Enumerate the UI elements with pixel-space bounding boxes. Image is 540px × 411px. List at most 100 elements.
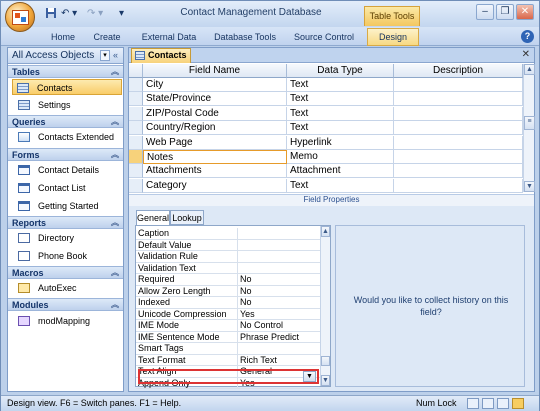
data-type-cell[interactable]: Memo	[287, 150, 394, 164]
property-value[interactable]: Phrase Predict	[237, 331, 319, 343]
nav-item-directory[interactable]: Directory	[14, 230, 122, 246]
field-name-cell[interactable]: City	[143, 78, 287, 92]
description-cell[interactable]	[394, 121, 523, 136]
property-value[interactable]: Yes	[237, 308, 319, 320]
nav-item-modmapping[interactable]: modMapping	[14, 313, 122, 329]
datasheet-view-icon[interactable]	[467, 398, 479, 409]
row-selector[interactable]	[129, 150, 143, 164]
data-type-cell[interactable]: Text	[287, 106, 394, 121]
scroll-down-icon[interactable]: ▼	[321, 375, 330, 386]
property-row[interactable]: IME Mode No Control	[136, 320, 320, 332]
pivotchart-view-icon[interactable]	[497, 398, 509, 409]
nav-menu-dropdown-icon[interactable]: ▾	[100, 50, 110, 61]
nav-group-macros[interactable]: Macros ︽	[8, 266, 123, 279]
row-selector[interactable]	[129, 135, 143, 150]
nav-item-phone-book[interactable]: Phone Book	[14, 248, 122, 264]
shutter-bar-icon[interactable]: «	[113, 50, 118, 60]
nav-group-queries[interactable]: Queries ︽	[8, 115, 123, 128]
description-cell[interactable]	[394, 150, 523, 164]
nav-item-contact-list[interactable]: Contact List	[14, 180, 122, 196]
nav-item-contacts-extended[interactable]: Contacts Extended	[14, 129, 122, 145]
property-value[interactable]: No	[237, 285, 319, 297]
append-only-dropdown-icon[interactable]: ▼	[303, 371, 316, 382]
nav-item-contact-details[interactable]: Contact Details	[14, 162, 122, 178]
nav-item-getting-started[interactable]: Getting Started	[14, 198, 122, 214]
property-row[interactable]: Required No	[136, 274, 320, 286]
nav-pane-header[interactable]: All Access Objects ▾ «	[8, 48, 123, 64]
scroll-up-icon[interactable]: ▲	[321, 226, 330, 237]
office-button[interactable]	[5, 2, 35, 32]
field-name-cell[interactable]: Country/Region	[143, 121, 287, 136]
field-name-cell[interactable]: Category	[143, 178, 287, 193]
description-cell[interactable]	[394, 135, 523, 150]
property-value[interactable]	[237, 228, 319, 239]
scroll-up-icon[interactable]: ▲	[524, 64, 535, 75]
tab-design[interactable]: Design	[367, 28, 419, 46]
redo-button[interactable]: ↷ ▾	[87, 7, 103, 21]
row-selector[interactable]	[129, 178, 143, 193]
scroll-thumb[interactable]	[321, 356, 330, 366]
close-button[interactable]: ✕	[516, 4, 534, 20]
property-value[interactable]	[237, 239, 319, 251]
doc-tab-contacts[interactable]: Contacts	[131, 48, 191, 63]
close-document-icon[interactable]: ✕	[522, 49, 530, 60]
data-type-cell[interactable]: Text	[287, 92, 394, 107]
tab-external-data[interactable]: External Data	[137, 30, 201, 44]
nav-item-contacts[interactable]: Contacts	[12, 79, 122, 95]
nav-group-reports[interactable]: Reports ︽	[8, 216, 123, 229]
property-value[interactable]: No Control	[237, 320, 319, 331]
description-cell[interactable]	[394, 164, 523, 179]
row-selector[interactable]	[129, 164, 143, 179]
property-value[interactable]: Rich Text	[237, 354, 319, 366]
description-cell[interactable]	[394, 178, 523, 193]
field-name-cell[interactable]: Notes	[143, 150, 287, 164]
row-selector[interactable]	[129, 92, 143, 107]
row-selector[interactable]	[129, 106, 143, 121]
grid-scrollbar[interactable]: ▲ ≡ ▼	[523, 64, 535, 192]
help-icon[interactable]: ?	[521, 30, 534, 43]
property-value[interactable]	[237, 262, 319, 274]
field-name-cell[interactable]: Web Page	[143, 135, 287, 150]
data-type-cell[interactable]: Hyperlink	[287, 135, 394, 150]
tab-general[interactable]: General	[136, 210, 170, 226]
data-type-cell[interactable]: Attachment	[287, 164, 394, 179]
property-row[interactable]: Text Format Rich Text	[136, 354, 320, 366]
tab-database-tools[interactable]: Database Tools	[211, 30, 279, 44]
property-row[interactable]: Allow Zero Length No	[136, 285, 320, 297]
property-row[interactable]: Unicode Compression Yes	[136, 308, 320, 320]
property-row[interactable]: Validation Rule	[136, 251, 320, 263]
scroll-down-icon[interactable]: ▼	[524, 181, 535, 192]
tab-home[interactable]: Home	[45, 30, 81, 44]
customize-qat-button[interactable]: ▾	[119, 7, 124, 21]
nav-group-tables[interactable]: Tables ︽	[8, 65, 123, 78]
nav-group-forms[interactable]: Forms ︽	[8, 148, 123, 161]
minimize-button[interactable]: –	[476, 4, 494, 20]
property-row[interactable]: Indexed No	[136, 297, 320, 309]
tab-source-control[interactable]: Source Control	[289, 30, 359, 44]
property-value[interactable]	[237, 251, 319, 262]
property-row[interactable]: Smart Tags	[136, 343, 320, 355]
tab-create[interactable]: Create	[89, 30, 125, 44]
data-type-cell[interactable]: Text	[287, 121, 394, 136]
property-scrollbar[interactable]: ▲ ▼	[320, 226, 330, 386]
property-value[interactable]: No	[237, 297, 319, 308]
property-value[interactable]	[237, 343, 319, 354]
property-row[interactable]: Default Value	[136, 239, 320, 251]
property-row[interactable]: IME Sentence Mode Phrase Predict	[136, 331, 320, 343]
property-row[interactable]: Caption	[136, 228, 320, 240]
nav-group-modules[interactable]: Modules ︽	[8, 298, 123, 311]
field-name-cell[interactable]: State/Province	[143, 92, 287, 107]
nav-item-autoexec[interactable]: AutoExec	[14, 280, 122, 296]
row-selector[interactable]	[129, 121, 143, 136]
undo-button[interactable]: ↶ ▾	[61, 7, 77, 21]
tab-lookup[interactable]: Lookup	[170, 210, 204, 225]
restore-button[interactable]: ❐	[496, 4, 514, 20]
property-row[interactable]: Validation Text	[136, 262, 320, 274]
property-value[interactable]: No	[237, 274, 319, 285]
description-cell[interactable]	[394, 78, 523, 92]
description-cell[interactable]	[394, 92, 523, 107]
data-type-cell[interactable]: Text	[287, 78, 394, 92]
design-view-icon[interactable]	[512, 398, 524, 409]
save-icon[interactable]	[45, 7, 57, 21]
field-name-cell[interactable]: ZIP/Postal Code	[143, 106, 287, 121]
